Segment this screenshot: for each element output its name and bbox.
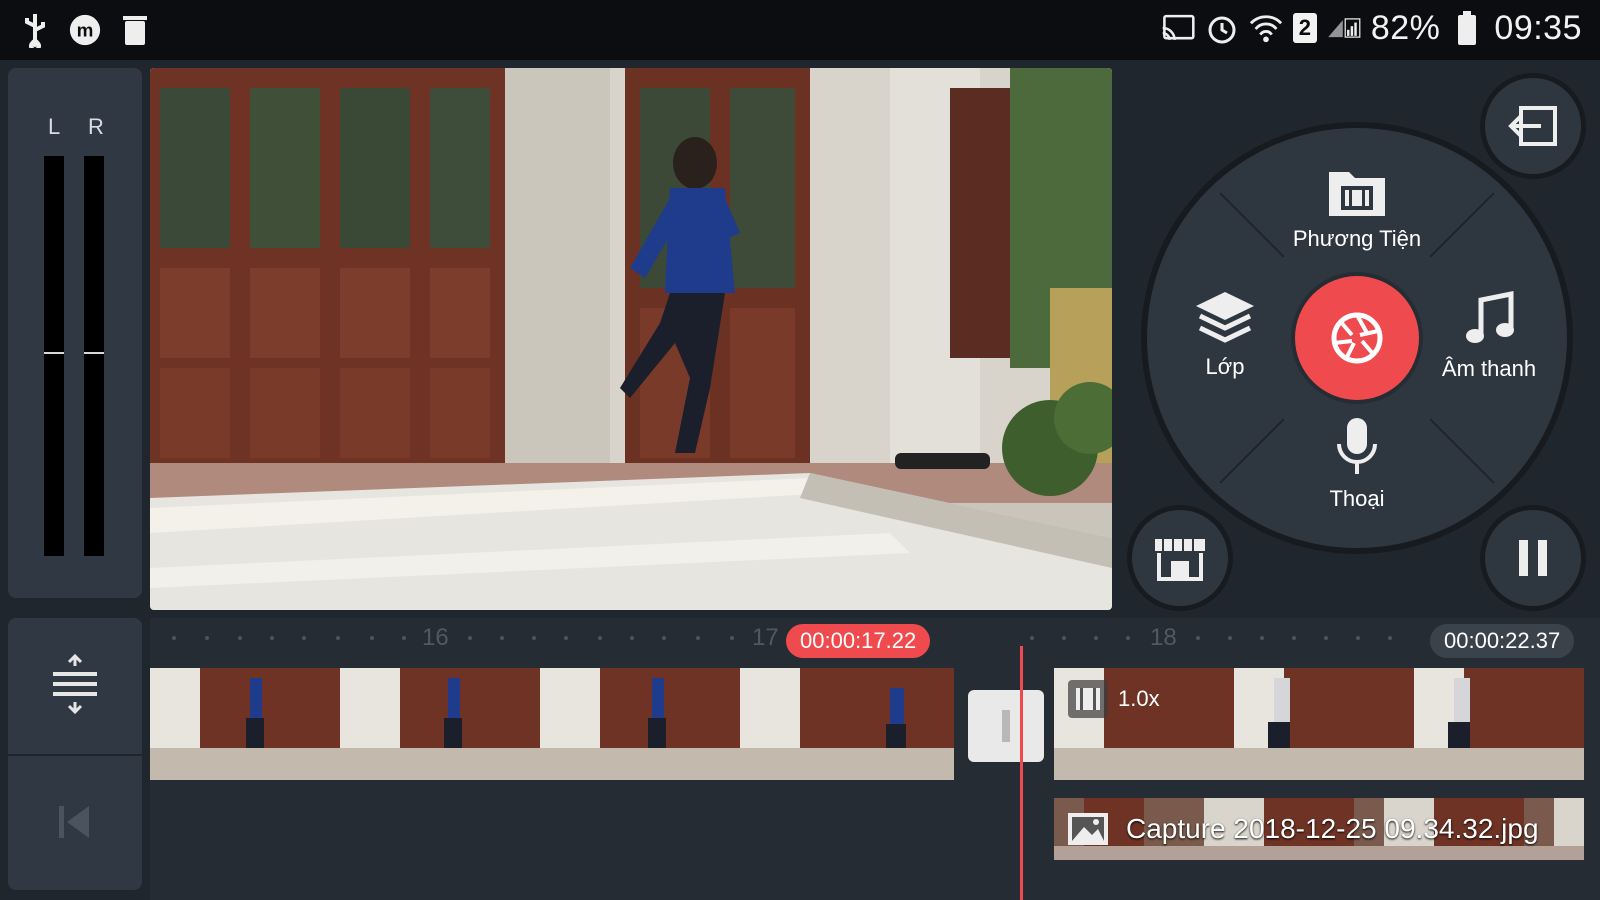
expand-timeline-icon [53,654,97,714]
audio-meter-panel: L R [8,68,142,598]
signal-icon [1327,8,1361,48]
voice-button[interactable]: Thoại [1307,416,1407,512]
clip-speed-label: 1.0x [1118,686,1160,711]
layer-button[interactable]: Lớp [1175,290,1275,380]
timeline-ruler: 16 17 00:00:17.22 18 00:00:22.37 [150,618,1600,660]
layer-button-label: Lớp [1205,354,1245,379]
messenger-icon: m [68,10,102,50]
video-clip-2[interactable]: 1.0x [1054,668,1584,780]
music-note-icon [1466,290,1514,343]
image-icon [1068,813,1108,845]
record-button[interactable] [1295,276,1419,400]
exit-icon [1508,106,1557,146]
asset-store-button[interactable] [1132,510,1228,606]
video-clip-1-thumbnails [150,668,954,780]
media-button-label: Phương Tiện [1292,226,1422,251]
timeline-tool-panel [8,618,142,890]
skip-to-start-button[interactable] [8,756,142,888]
media-wheel-menu: Phương Tiện Lớp Âm thanh Thoại [1147,128,1567,548]
layers-icon [1196,292,1254,343]
clock: 09:35 [1494,8,1582,47]
svg-text:m: m [77,21,94,42]
video-preview[interactable] [150,68,1112,610]
pause-icon [1519,540,1547,576]
clip-film-icon [1068,680,1108,718]
store-icon [1155,539,1205,581]
media-folder-icon [1329,172,1385,216]
sim-slot-badge: 2 [1292,13,1317,43]
kinemaster-editor: m 2 82% 09:35 L R Phương Tiện Lớp Âm tha… [0,0,1600,900]
meter-right-bar [84,156,104,556]
total-time-badge: 00:00:22.37 [1430,624,1575,658]
transition-icon [1002,710,1010,742]
battery-icon [1450,8,1484,48]
meter-left-bar [44,156,64,556]
cast-icon [1161,8,1195,48]
transition-button[interactable] [968,690,1044,762]
tick-label: 17 [752,624,779,651]
audio-button-label: Âm thanh [1441,356,1537,381]
exit-button[interactable] [1485,78,1581,174]
battery-percent: 82% [1370,8,1441,47]
status-bar: m 2 82% 09:35 [0,0,1600,60]
playhead[interactable] [1020,646,1023,900]
voice-button-label: Thoại [1329,486,1385,511]
preview-frame-image [150,68,1112,610]
clip-speed-badge: 1.0x [1068,680,1160,718]
audio-button[interactable]: Âm thanh [1429,290,1549,382]
alarm-icon [1205,8,1239,48]
meter-right-label: R [88,114,104,139]
microphone-icon [1337,418,1377,474]
tick-label: 18 [1150,624,1177,651]
pause-button[interactable] [1485,510,1581,606]
usb-icon [18,10,52,50]
current-time-badge: 00:00:17.22 [786,624,931,658]
camera-shutter-icon [1331,312,1383,364]
trash-icon [118,10,152,50]
image-layer-clip[interactable]: Capture 2018-12-25 09.34.32.jpg [1054,798,1584,860]
skip-to-start-icon [59,806,89,838]
timeline[interactable]: 16 17 00:00:17.22 18 00:00:22.37 1.0x Ca… [150,618,1600,900]
image-layer-name: Capture 2018-12-25 09.34.32.jpg [1126,813,1539,844]
wifi-icon [1249,8,1283,48]
media-button[interactable]: Phương Tiện [1277,166,1437,252]
meter-left-label: L [48,114,61,139]
expand-timeline-button[interactable] [8,618,142,750]
video-clip-1[interactable] [150,668,954,780]
tick-label: 16 [422,624,449,651]
